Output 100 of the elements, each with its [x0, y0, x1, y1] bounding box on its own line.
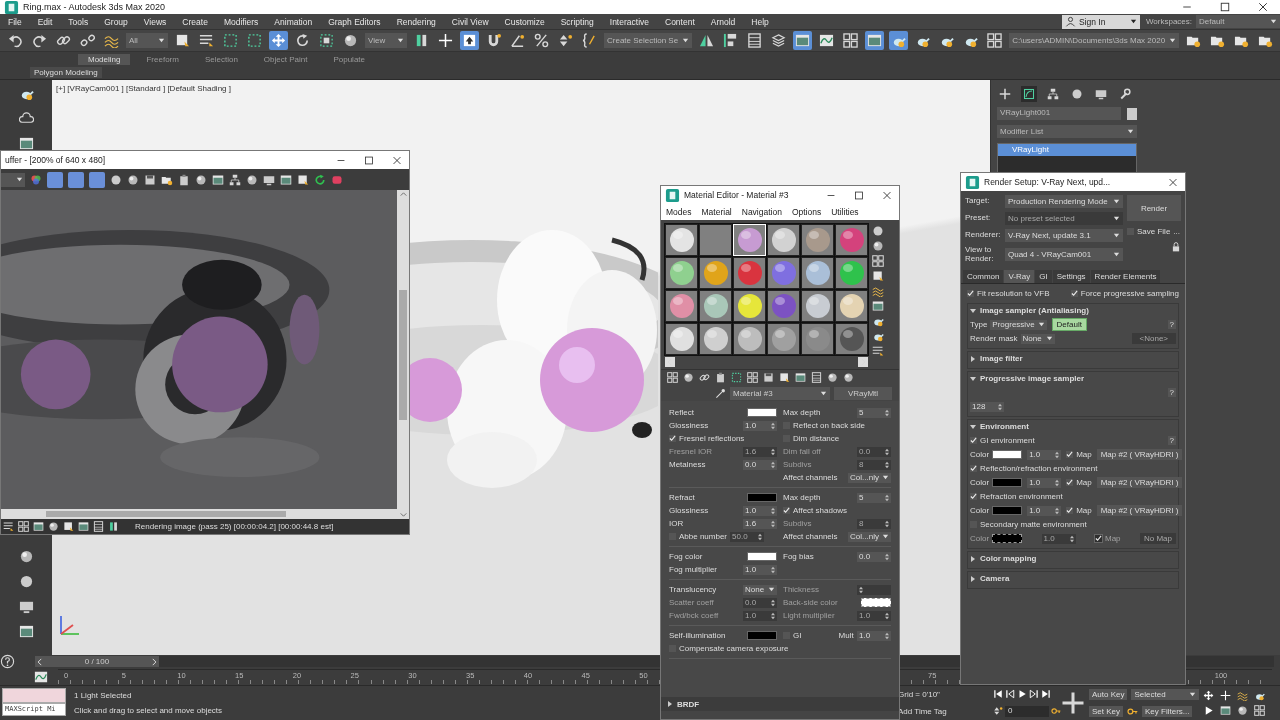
menu-item[interactable]: Create	[174, 16, 216, 27]
ribbon-tab[interactable]: Selection	[194, 53, 248, 65]
dropdown[interactable]: Col...nly	[848, 472, 891, 483]
frame-field[interactable]: 0	[1005, 705, 1049, 717]
sign-in-dropdown[interactable]: Sign In	[1061, 14, 1140, 29]
checkbox-label: Affect shadows	[793, 506, 848, 515]
dropdown[interactable]: Quad 4 - VRayCam001	[1005, 248, 1123, 262]
checkbox-label: Abbe number	[679, 532, 728, 541]
checkbox-label: Dim distance	[793, 434, 840, 443]
dropdown[interactable]: V-Ray Next, update 3.1	[1005, 229, 1123, 242]
tab[interactable]: V-Ray	[1004, 269, 1035, 283]
workspace-dropdown[interactable]: Default	[1196, 15, 1280, 28]
menu-item[interactable]: Animation	[266, 16, 321, 27]
menu-item[interactable]: Tools	[60, 16, 97, 27]
menu-item[interactable]: Edit	[29, 16, 61, 27]
stack-item[interactable]: VRayLight	[998, 144, 1136, 156]
dropdown[interactable]: None	[1020, 333, 1055, 344]
ribbon-tab[interactable]: Modeling	[78, 53, 131, 65]
spinner-field[interactable]: 5	[857, 407, 891, 418]
auto-key-button[interactable]: Auto Key	[1089, 689, 1128, 700]
menu-item[interactable]: Customize	[496, 16, 553, 27]
rollout-header[interactable]: Image sampler (Antialiasing)	[970, 304, 1176, 317]
tab[interactable]: Settings	[1052, 269, 1090, 283]
toolbar-dropdown[interactable]: Create Selection Se	[604, 33, 693, 48]
material-type-button[interactable]: VRayMtl	[834, 386, 892, 400]
spinner-field[interactable]: 1.6	[743, 518, 777, 529]
spinner-field[interactable]: 0.0	[743, 459, 777, 470]
button[interactable]: Map #2 ( VRayHDRI )	[1096, 505, 1183, 517]
modifier-list-dropdown[interactable]: Modifier List	[997, 125, 1137, 138]
dropdown[interactable]: Col...nly	[848, 531, 891, 542]
dropdown[interactable]: Production Rendering Mode	[1005, 195, 1123, 208]
help-button[interactable]: ?	[1167, 320, 1176, 330]
viewport-label[interactable]: [+] [VRayCam001 ] [Standard ] [Default Shading ]	[56, 84, 231, 93]
help-button[interactable]: ?	[1167, 388, 1176, 398]
spinner-field[interactable]: 0.0	[857, 551, 891, 562]
menu-item[interactable]: Content	[657, 16, 703, 27]
ribbon-tab[interactable]: Object Paint	[253, 53, 318, 65]
checkbox-label: Save File	[1137, 227, 1171, 236]
spinner-field[interactable]: 1.0	[743, 505, 777, 516]
toolbar-dropdown[interactable]: View	[365, 33, 407, 48]
menu-item[interactable]: Options	[786, 207, 827, 217]
menu-item[interactable]: Group	[96, 16, 136, 27]
menu-item[interactable]: Scripting	[552, 16, 602, 27]
window-title: Render Setup: V-Ray Next, upd...	[984, 177, 1111, 187]
workspaces-label: Workspaces:	[1144, 17, 1193, 26]
menu-item[interactable]: Civil View	[443, 16, 497, 27]
spinner-field[interactable]: 1.0	[1027, 505, 1062, 516]
swatch-label: Reflect	[669, 408, 694, 417]
menu-item[interactable]: Help	[743, 16, 777, 27]
spinner-field[interactable]: 1.0	[1027, 477, 1062, 488]
menu-item[interactable]: Utilities	[826, 207, 864, 217]
spinner-field[interactable]: 1.0	[743, 564, 777, 575]
dropdown[interactable]: None	[743, 584, 777, 595]
dropdown-label: Affect channels	[783, 473, 838, 482]
rollout-header[interactable]: BRDF	[661, 697, 899, 711]
spinner-field[interactable]: 1.0	[743, 420, 777, 431]
menu-item[interactable]: Modifiers	[215, 16, 267, 27]
time-slider[interactable]: 0 / 100	[35, 656, 159, 667]
menu-item[interactable]: Interactive	[601, 16, 657, 27]
spinner-field[interactable]: 1.0	[1027, 449, 1062, 460]
tab[interactable]: GI	[1035, 269, 1052, 283]
menu-item[interactable]: Rendering	[388, 16, 444, 27]
browse-button[interactable]: ...	[1173, 227, 1181, 236]
tab[interactable]: Common	[963, 269, 1004, 283]
menu-item[interactable]: Arnold	[702, 16, 744, 27]
button[interactable]: Map #2 ( VRayHDRI )	[1096, 449, 1183, 461]
swatch-label: Fog color	[669, 552, 703, 561]
toolbar-dropdown[interactable]: All	[126, 33, 168, 48]
menu-item[interactable]: Graph Editors	[320, 16, 389, 27]
ribbon-tab[interactable]: Freeform	[136, 53, 189, 65]
rollout-header[interactable]: Environment	[970, 420, 1176, 433]
menu-item[interactable]: Modes	[661, 207, 697, 217]
tab[interactable]: Render Elements	[1090, 269, 1161, 283]
spinner-field[interactable]: 128	[970, 401, 1004, 412]
spinner-field[interactable]: 1.0	[857, 630, 891, 641]
spinner-field[interactable]: 5	[857, 492, 891, 503]
object-name-field[interactable]: VRayLight001	[997, 107, 1121, 120]
menu-item[interactable]: Navigation	[736, 207, 787, 217]
key-filters-button[interactable]: Key Filters...	[1142, 706, 1193, 717]
help-button[interactable]: ?	[1167, 436, 1176, 446]
spinner-label: Metalness	[669, 460, 706, 469]
window-title: Material Editor - Material #3	[684, 190, 789, 200]
menu-item[interactable]: File	[0, 16, 30, 27]
material-name-dropdown[interactable]: Material #3	[730, 386, 830, 400]
ribbon-panel-label[interactable]: Polygon Modeling	[30, 67, 102, 78]
checkbox-label: Map	[1076, 450, 1092, 460]
dropdown[interactable]: Progressive	[990, 319, 1047, 330]
menu-item[interactable]: Views	[135, 16, 175, 27]
ribbon-tab[interactable]: Populate	[323, 53, 375, 65]
rollout-header[interactable]: Progressive image sampler	[970, 372, 1176, 385]
key-mode-dropdown[interactable]: Selected	[1131, 689, 1199, 700]
render-button[interactable]: Render	[1127, 195, 1181, 221]
button[interactable]: Map #2 ( VRayHDRI )	[1096, 477, 1183, 489]
swatch-label: Color	[970, 450, 990, 460]
toolbar-dropdown[interactable]: C:\users\ADMIN\Documents\3ds Max 2020	[1009, 33, 1180, 48]
rollout-title: Image sampler (Antialiasing)	[980, 306, 1089, 316]
button[interactable]: Default	[1051, 318, 1087, 332]
swatch-label: Refract	[669, 493, 695, 502]
set-key-button[interactable]: Set Key	[1089, 706, 1123, 717]
menu-item[interactable]: Material	[696, 207, 737, 217]
